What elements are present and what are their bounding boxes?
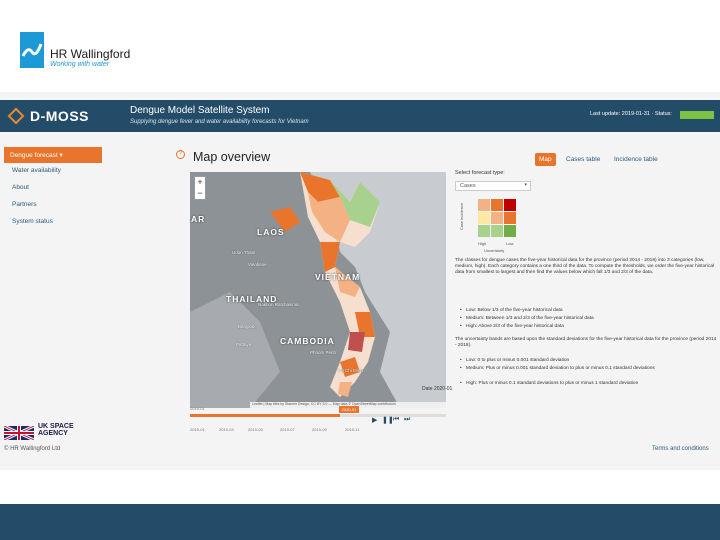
map-label-ar: AR xyxy=(191,214,206,224)
matrix-axis-high: High xyxy=(478,241,487,246)
forecast-type-value: Cases xyxy=(460,183,476,189)
sidebar-item-system-status[interactable]: System status xyxy=(4,214,104,231)
hr-wallingford-logo: HR Wallingford Working with water xyxy=(20,32,140,74)
help-icon[interactable]: ? xyxy=(176,150,185,159)
matrix-axis-vertical: Case incidence xyxy=(459,202,465,231)
timeline-tick: 2019-01 xyxy=(190,427,205,432)
skip-back-icon[interactable]: ⏮ xyxy=(393,416,399,424)
copyright: © HR Wallingford Ltd xyxy=(4,446,61,452)
description-bullet: Low: Below 1/3 of the five-year historic… xyxy=(460,308,716,314)
map-city-pattaya: Pattaya xyxy=(236,342,252,347)
map-tiles xyxy=(190,172,446,408)
timeline-start-label: 2019-01 xyxy=(190,406,205,411)
uk-space-line-1: UK SPACE xyxy=(38,423,74,430)
map-city-ho-chi-minh: Ho Chi Minh xyxy=(338,368,363,373)
map-city-udon-thani: Udon Thani xyxy=(232,250,256,255)
uk-space-line-2: AGENCY xyxy=(38,430,68,437)
tab-map[interactable]: Map xyxy=(535,153,556,166)
uk-space-agency-logo: UK SPACE AGENCY xyxy=(38,423,74,437)
app-title: Dengue Model Satellite System xyxy=(130,105,270,116)
skip-forward-icon[interactable]: ⏭ xyxy=(404,416,410,424)
satellite-icon xyxy=(7,107,25,125)
tab-cases-table[interactable]: Cases table xyxy=(562,153,604,166)
map-city-nakhon-ratchasima: Nakhon Ratchasima xyxy=(258,302,299,307)
description-bullet: High: Above 2/3 of the five-year histori… xyxy=(460,324,716,330)
map-label-laos: LAOS xyxy=(257,227,285,237)
terms-link[interactable]: Terms and conditions xyxy=(652,446,709,452)
matrix-axis-low: Low xyxy=(506,241,514,246)
sidebar-item-dengue-forecast[interactable]: Dengue forecast ▾ xyxy=(4,147,102,163)
wave-logo-icon xyxy=(20,32,44,68)
matrix-cell xyxy=(491,199,503,211)
logo-name: HR Wallingford xyxy=(50,47,131,61)
map-label-vietnam: VIETNAM xyxy=(315,272,361,282)
zoom-in-button[interactable]: + xyxy=(195,177,205,188)
timeline-progress[interactable] xyxy=(190,414,340,417)
play-icon[interactable]: ▶ xyxy=(372,416,377,424)
pause-icon[interactable]: ❚❚ xyxy=(382,416,394,424)
forecast-type-label: Select forecast type: xyxy=(455,170,505,176)
timeline-tick: 2019-11 xyxy=(345,427,360,432)
uk-flag-icon xyxy=(3,424,35,442)
map-city-bangkok: Bangkok xyxy=(238,324,256,329)
app-subtitle: Supplying dengue fever and water availab… xyxy=(130,119,309,125)
matrix-cell xyxy=(491,225,503,237)
map-city-phnom-penh: Phnom Penh xyxy=(310,350,337,355)
description-bullet: Medium: Plus or minus 0.001 standard dev… xyxy=(460,366,716,372)
app-header: D-MOSS Dengue Model Satellite System Sup… xyxy=(0,100,720,132)
timeline-tick: 2019-07 xyxy=(280,427,295,432)
description-bullet: High: Plus or minus 0.1 standard deviati… xyxy=(460,381,716,387)
description-paragraph-1: The classes for dengue cases the five-ye… xyxy=(455,258,715,276)
description-bullet: Low: 0 to plus or minus 0.001 standard d… xyxy=(460,358,716,364)
risk-matrix xyxy=(478,199,518,239)
logo-tagline: Working with water xyxy=(50,61,110,68)
map[interactable] xyxy=(190,172,446,408)
slide-bottom-bar xyxy=(0,504,720,540)
matrix-cell xyxy=(478,199,490,211)
matrix-cell xyxy=(478,225,490,237)
matrix-axis-horizontal: Uncertainty xyxy=(484,248,505,253)
matrix-cell xyxy=(504,212,516,224)
timeline-ticks: 2019-01 2019-03 2019-05 2019-07 2019-09 … xyxy=(190,427,370,435)
map-date-label: Date 2020-01 xyxy=(422,386,453,392)
matrix-cell xyxy=(491,212,503,224)
sidebar-item-about[interactable]: About xyxy=(4,180,104,197)
matrix-cell xyxy=(478,212,490,224)
timeline-tick: 2019-05 xyxy=(248,427,263,432)
timeline-player: ▶ ❚❚ ⏮ ⏭ xyxy=(372,416,412,426)
timeline-tick: 2019-09 xyxy=(312,427,327,432)
map-city-vientiane: Vientiane xyxy=(248,262,267,267)
timeline-tick: 2019-03 xyxy=(219,427,234,432)
description-bullet: Medium: Between 1/3 and 2/3 of the five-… xyxy=(460,316,716,322)
chevron-down-icon: ▾ xyxy=(524,182,527,188)
sidebar-item-partners[interactable]: Partners xyxy=(4,197,104,214)
zoom-out-button[interactable]: − xyxy=(195,188,205,199)
last-update: Last update: 2019-01-31 · Status: xyxy=(590,111,672,117)
tab-incidence-table[interactable]: Incidence table xyxy=(610,153,662,166)
description-paragraph-2: The uncertainty bands are based upon the… xyxy=(455,337,717,349)
matrix-cell xyxy=(504,199,516,211)
brand-name: D-MOSS xyxy=(30,108,89,124)
sidebar: Dengue forecast ▾ Water availability Abo… xyxy=(4,147,104,231)
sidebar-item-water-availability[interactable]: Water availability xyxy=(4,163,104,180)
timeline-current-marker[interactable]: 2020-01 xyxy=(339,406,359,413)
map-label-cambodia: CAMBODIA xyxy=(280,336,335,346)
matrix-cell xyxy=(504,225,516,237)
page-title: Map overview xyxy=(193,150,271,164)
slide: HR Wallingford Working with water D-MOSS… xyxy=(0,0,720,540)
status-indicator xyxy=(680,111,714,119)
forecast-type-select[interactable]: Cases ▾ xyxy=(455,181,531,191)
zoom-control: + − xyxy=(194,176,206,200)
dmoss-logo[interactable]: D-MOSS xyxy=(7,105,108,127)
